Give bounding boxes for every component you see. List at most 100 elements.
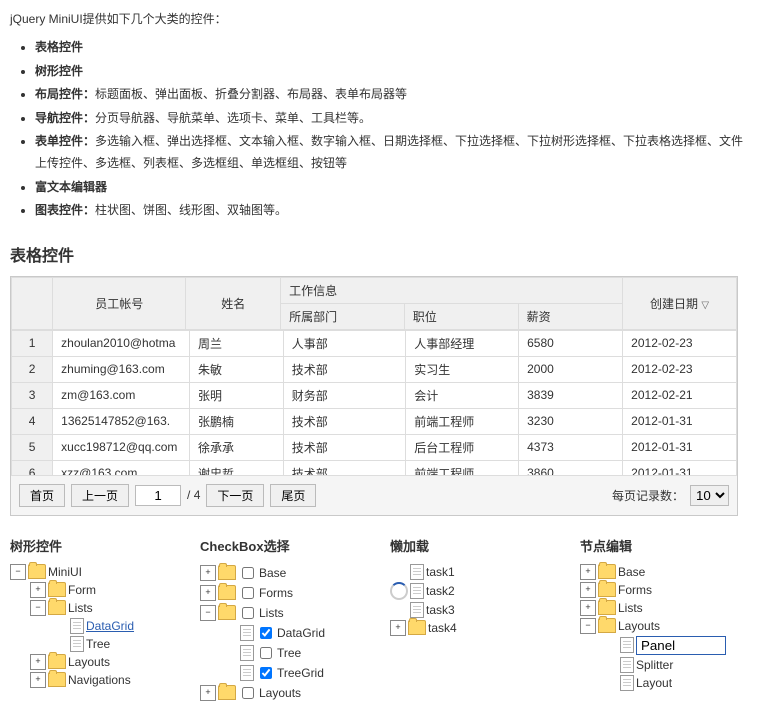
tree-node[interactable]: Base: [259, 566, 286, 580]
table-row[interactable]: 1zhoulan2010@hotma周兰人事部人事部经理65802012-02-…: [12, 330, 737, 356]
tree-node[interactable]: Layouts: [618, 619, 660, 633]
collapse-icon[interactable]: −: [200, 605, 216, 621]
feature-item: 导航控件：: [35, 111, 95, 125]
file-icon: [240, 625, 254, 641]
tree-node[interactable]: TreeGrid: [277, 666, 324, 680]
folder-icon: [28, 564, 46, 579]
col-work: 工作信息: [281, 277, 623, 303]
feature-item: 布局控件：: [35, 87, 95, 101]
collapse-icon[interactable]: −: [30, 600, 46, 616]
file-icon: [70, 636, 84, 652]
tree-node[interactable]: DataGrid: [277, 626, 325, 640]
expand-icon[interactable]: +: [580, 582, 596, 598]
tree-node[interactable]: task1: [426, 565, 455, 579]
tree4-title: 节点编辑: [580, 536, 740, 555]
feature-item: 图表控件：: [35, 203, 95, 217]
tree-checkbox[interactable]: [242, 687, 254, 699]
expand-icon[interactable]: +: [200, 685, 216, 701]
tree-node[interactable]: Navigations: [68, 673, 131, 687]
tree-node[interactable]: task4: [428, 621, 457, 635]
tree-node[interactable]: Tree: [277, 646, 301, 660]
col-pos[interactable]: 职位: [404, 303, 518, 329]
file-icon: [240, 645, 254, 661]
tree-node[interactable]: Forms: [259, 586, 293, 600]
tree-node[interactable]: task2: [426, 584, 455, 598]
file-icon: [410, 583, 424, 599]
collapse-icon[interactable]: −: [10, 564, 26, 580]
tree-checkbox[interactable]: [260, 667, 272, 679]
last-page-button[interactable]: 尾页: [270, 484, 316, 507]
expand-icon[interactable]: +: [580, 600, 596, 616]
grid-body[interactable]: 1zhoulan2010@hotma周兰人事部人事部经理65802012-02-…: [11, 330, 737, 475]
tree1-title: 树形控件: [10, 536, 170, 555]
tree-node[interactable]: Layouts: [68, 655, 110, 669]
folder-icon: [48, 600, 66, 615]
table-row[interactable]: 3zm@163.com张明财务部会计38392012-02-21: [12, 382, 737, 408]
folder-icon: [218, 605, 236, 620]
collapse-icon[interactable]: −: [580, 618, 596, 634]
folder-icon: [48, 654, 66, 669]
table-row[interactable]: 6xzz@163.com谢忠哲技术部前端工程师38602012-01-31: [12, 460, 737, 475]
tree-checkbox[interactable]: [242, 607, 254, 619]
node-edit-input[interactable]: [636, 636, 726, 655]
table-row[interactable]: 413625147852@163.张鹏楠技术部前端工程师32302012-01-…: [12, 408, 737, 434]
tree-checkbox[interactable]: [260, 627, 272, 639]
tree-node[interactable]: Splitter: [636, 658, 673, 672]
table-row[interactable]: 5xucc198712@qq.com徐承承技术部后台工程师43732012-01…: [12, 434, 737, 460]
folder-icon: [218, 685, 236, 700]
page-size-label: 每页记录数：: [612, 487, 684, 504]
expand-icon[interactable]: +: [200, 585, 216, 601]
first-page-button[interactable]: 首页: [19, 484, 65, 507]
tree-node[interactable]: Base: [618, 565, 645, 579]
tree-node[interactable]: MiniUI: [48, 565, 82, 579]
expand-icon[interactable]: +: [390, 620, 406, 636]
file-icon: [620, 675, 634, 691]
tree-node[interactable]: Layout: [636, 676, 672, 690]
prev-page-button[interactable]: 上一页: [71, 484, 129, 507]
tree-node[interactable]: Lists: [618, 601, 643, 615]
expand-icon[interactable]: +: [30, 672, 46, 688]
tree-checkbox[interactable]: [242, 567, 254, 579]
tree-node-link[interactable]: DataGrid: [86, 619, 134, 633]
folder-icon: [218, 565, 236, 580]
loading-icon: [390, 582, 408, 600]
tree-node[interactable]: Layouts: [259, 686, 301, 700]
feature-item: 富文本编辑器: [35, 180, 107, 194]
folder-icon: [598, 600, 616, 615]
feature-list: 表格控件 树形控件 布局控件：标题面板、弹出面板、折叠分割器、布局器、表单布局器…: [10, 37, 752, 222]
col-name[interactable]: 姓名: [186, 277, 281, 329]
page-size-select[interactable]: 10: [690, 485, 729, 506]
table-row[interactable]: 2zhuming@163.com朱敏技术部实习生20002012-02-23: [12, 356, 737, 382]
tree-node[interactable]: task3: [426, 603, 455, 617]
expand-icon[interactable]: +: [30, 582, 46, 598]
tree-checkbox[interactable]: [260, 647, 272, 659]
expand-icon[interactable]: +: [30, 654, 46, 670]
folder-icon: [48, 672, 66, 687]
intro-text: jQuery MiniUI提供如下几个大类的控件：: [10, 10, 752, 27]
col-dept[interactable]: 所属部门: [281, 303, 405, 329]
page-input[interactable]: [135, 485, 181, 506]
tree-node[interactable]: Forms: [618, 583, 652, 597]
col-emp[interactable]: 员工帐号: [53, 277, 186, 329]
grid-title: 表格控件: [10, 242, 752, 266]
tree-node[interactable]: Tree: [86, 637, 110, 651]
tree-node[interactable]: Lists: [68, 601, 93, 615]
file-icon: [410, 602, 424, 618]
expand-icon[interactable]: +: [200, 565, 216, 581]
feature-item: 表单控件：: [35, 134, 95, 148]
file-icon: [620, 657, 634, 673]
tree-node[interactable]: Form: [68, 583, 96, 597]
next-page-button[interactable]: 下一页: [206, 484, 264, 507]
feature-item: 树形控件: [35, 64, 83, 78]
page-total: / 4: [187, 488, 200, 502]
col-date[interactable]: 创建日期 ▽: [622, 277, 736, 329]
tree-checkbox[interactable]: [242, 587, 254, 599]
file-icon: [240, 665, 254, 681]
sort-desc-icon: ▽: [701, 300, 709, 311]
tree-node[interactable]: Lists: [259, 606, 284, 620]
tree2-title: CheckBox选择: [200, 536, 360, 555]
col-sal[interactable]: 薪资: [518, 303, 622, 329]
expand-icon[interactable]: +: [580, 564, 596, 580]
file-icon: [70, 618, 84, 634]
file-icon: [620, 637, 634, 653]
